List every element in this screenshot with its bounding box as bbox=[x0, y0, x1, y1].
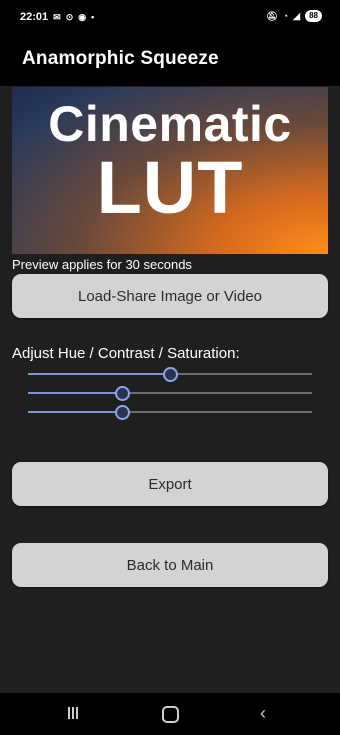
adjust-label: Adjust Hue / Contrast / Saturation: bbox=[12, 345, 240, 362]
preview-note: Preview applies for 30 seconds bbox=[12, 257, 192, 272]
export-button[interactable]: Export bbox=[12, 462, 328, 506]
app-title: Anamorphic Squeeze bbox=[22, 48, 219, 69]
signal-icon: ◢ bbox=[293, 10, 301, 21]
saturation-slider[interactable] bbox=[28, 404, 312, 420]
saturation-slider-fill bbox=[28, 411, 122, 413]
mute-icon: 🔕︎ bbox=[266, 10, 278, 21]
status-bar: 22:01 ✉ ⊙ ◉ • 🔕︎ ◔ ◢ 88 bbox=[0, 0, 340, 34]
app-bar: Anamorphic Squeeze bbox=[0, 34, 340, 86]
navigation-bar: ‹ bbox=[0, 693, 340, 735]
back-to-main-button[interactable]: Back to Main bbox=[12, 543, 328, 587]
home-icon[interactable] bbox=[162, 706, 179, 723]
saturation-slider-thumb[interactable] bbox=[114, 405, 130, 420]
wifi-icon: ◔ bbox=[282, 11, 289, 21]
status-right: 🔕︎ ◔ ◢ 88 bbox=[266, 10, 322, 22]
preview-title-line2: LUT bbox=[96, 146, 244, 229]
hue-slider[interactable] bbox=[28, 366, 312, 382]
alarm-icon: ⊙ bbox=[65, 11, 74, 22]
dot-icon: • bbox=[91, 12, 95, 22]
contrast-slider[interactable] bbox=[28, 385, 312, 401]
status-left: 22:01 ✉ ⊙ ◉ • bbox=[20, 11, 94, 23]
recents-icon[interactable] bbox=[68, 707, 78, 719]
sync-icon: ◉ bbox=[78, 11, 87, 22]
back-icon[interactable]: ‹ bbox=[260, 703, 266, 724]
status-time: 22:01 bbox=[20, 11, 49, 23]
contrast-slider-fill bbox=[28, 392, 122, 394]
battery-indicator: 88 bbox=[305, 10, 322, 22]
contrast-slider-thumb[interactable] bbox=[114, 386, 130, 401]
notification-icon: ✉ bbox=[53, 11, 61, 22]
preview-image: Cinematic LUT bbox=[12, 87, 328, 254]
hue-slider-fill bbox=[28, 373, 170, 375]
hue-slider-thumb[interactable] bbox=[163, 367, 178, 382]
load-share-button[interactable]: Load-Share Image or Video bbox=[12, 274, 328, 318]
